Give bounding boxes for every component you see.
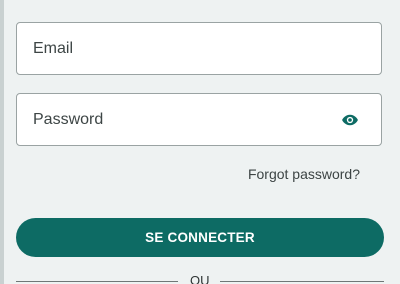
login-form: Forgot password? SE CONNECTER OU	[0, 0, 400, 284]
divider-line-right	[220, 281, 384, 282]
password-field[interactable]	[16, 93, 382, 146]
divider-line-left	[16, 281, 178, 282]
edge-divider	[0, 0, 4, 284]
email-input[interactable]	[33, 23, 333, 74]
forgot-password-link[interactable]: Forgot password?	[248, 166, 360, 182]
eye-icon[interactable]	[341, 111, 359, 129]
login-button[interactable]: SE CONNECTER	[16, 218, 384, 257]
or-divider-text: OU	[190, 273, 210, 284]
email-field[interactable]	[16, 22, 382, 75]
password-input[interactable]	[33, 94, 333, 145]
